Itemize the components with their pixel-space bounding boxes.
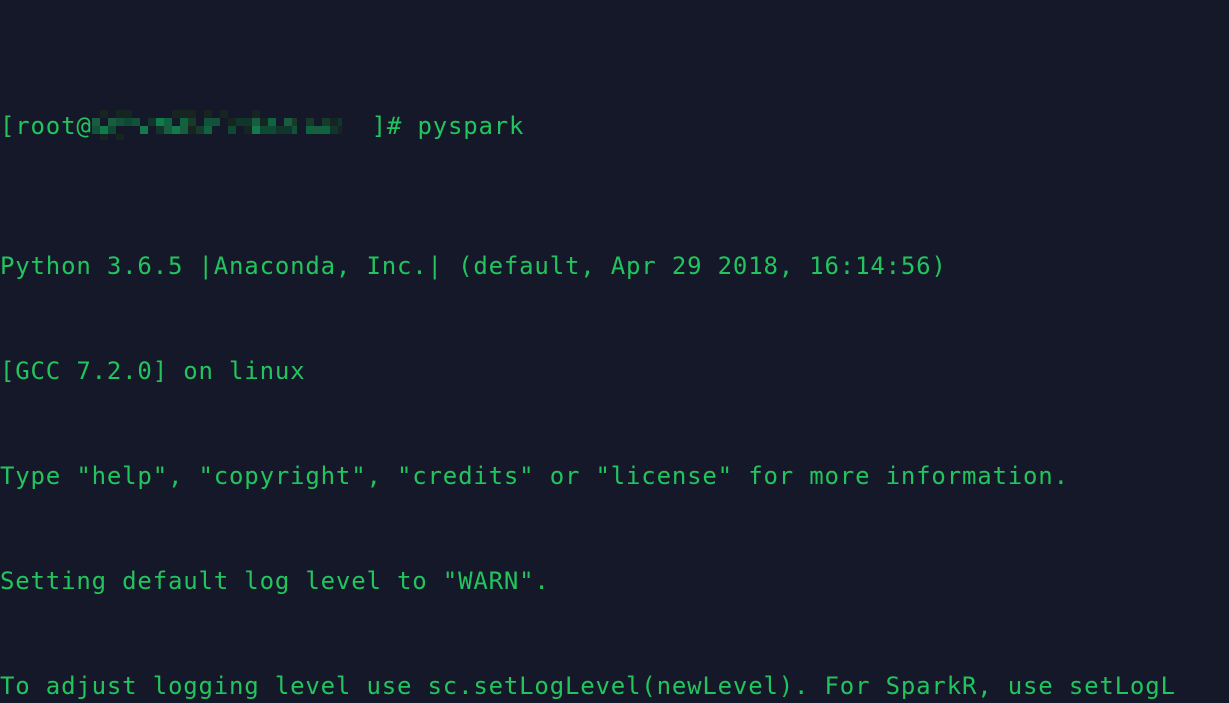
prompt-user-prefix: [root@ (0, 112, 92, 140)
prompt-command: pyspark (417, 112, 524, 140)
redacted-hostname (92, 110, 372, 140)
shell-prompt-line: [root@ ]# pyspark (0, 109, 1229, 144)
terminal-window[interactable]: [root@ ]# pyspark Python 3.6.5 |Anaconda,… (0, 0, 1229, 703)
output-line: [GCC 7.2.0] on linux (0, 354, 1229, 389)
prompt-suffix: ]# (372, 112, 418, 140)
output-line: To adjust logging level use sc.setLogLev… (0, 669, 1229, 703)
output-line: Type "help", "copyright", "credits" or "… (0, 459, 1229, 494)
output-line: Python 3.6.5 |Anaconda, Inc.| (default, … (0, 249, 1229, 284)
output-line: Setting default log level to "WARN". (0, 564, 1229, 599)
